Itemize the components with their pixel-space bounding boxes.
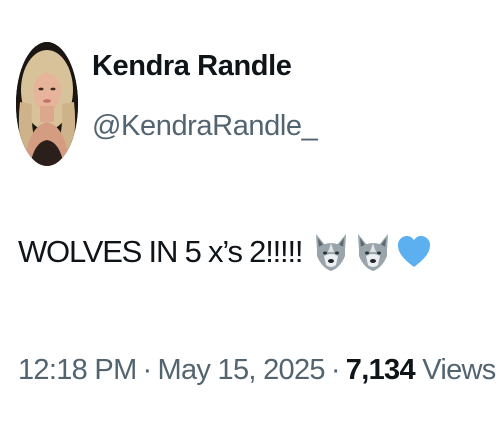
tweet-date[interactable]: May 15, 2025 (158, 354, 326, 386)
views-count: 7,134 (345, 354, 416, 386)
avatar[interactable] (16, 42, 78, 166)
meta-separator: · (330, 354, 341, 386)
tweet-meta: 12:18 PM · May 15, 2025 · 7,134 Views (18, 354, 496, 387)
author-display-name[interactable]: Kendra Randle (92, 50, 292, 83)
light-blue-heart-icon (396, 234, 432, 270)
views-label: Views (422, 354, 496, 386)
tweet-time[interactable]: 12:18 PM (18, 354, 137, 386)
tweet-text: WOLVES IN 5 x’s 2!!!!! (18, 224, 432, 280)
wolf-face-icon (354, 232, 392, 272)
author-handle[interactable]: @KendraRandle_ (92, 110, 318, 143)
tweet-card: Kendra Randle @KendraRandle_ WOLVES IN 5… (0, 0, 500, 440)
tweet-text-content: WOLVES IN 5 x’s 2!!!!! (18, 234, 303, 269)
meta-separator: · (142, 354, 153, 386)
wolf-face-icon (312, 232, 350, 272)
